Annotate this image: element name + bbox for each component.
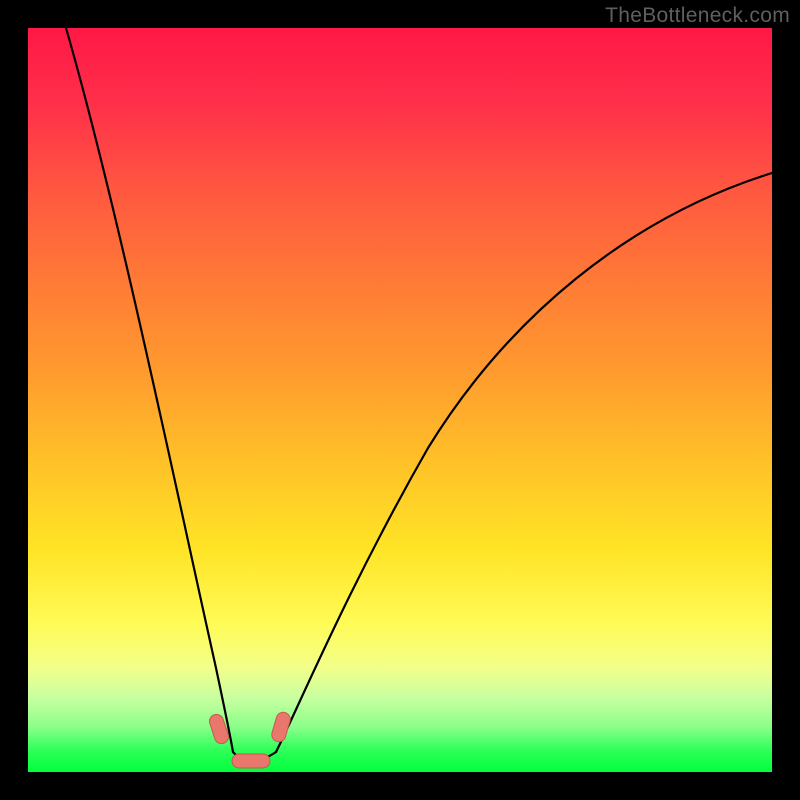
plot-area — [28, 28, 772, 772]
curve-right-branch — [276, 173, 772, 752]
watermark-text: TheBottleneck.com — [605, 4, 790, 28]
marker-valley-floor — [232, 754, 270, 768]
marker-valley-right — [270, 711, 292, 744]
curve-layer — [28, 28, 772, 772]
chart-frame: TheBottleneck.com — [0, 0, 800, 800]
curve-left-branch — [66, 28, 233, 752]
